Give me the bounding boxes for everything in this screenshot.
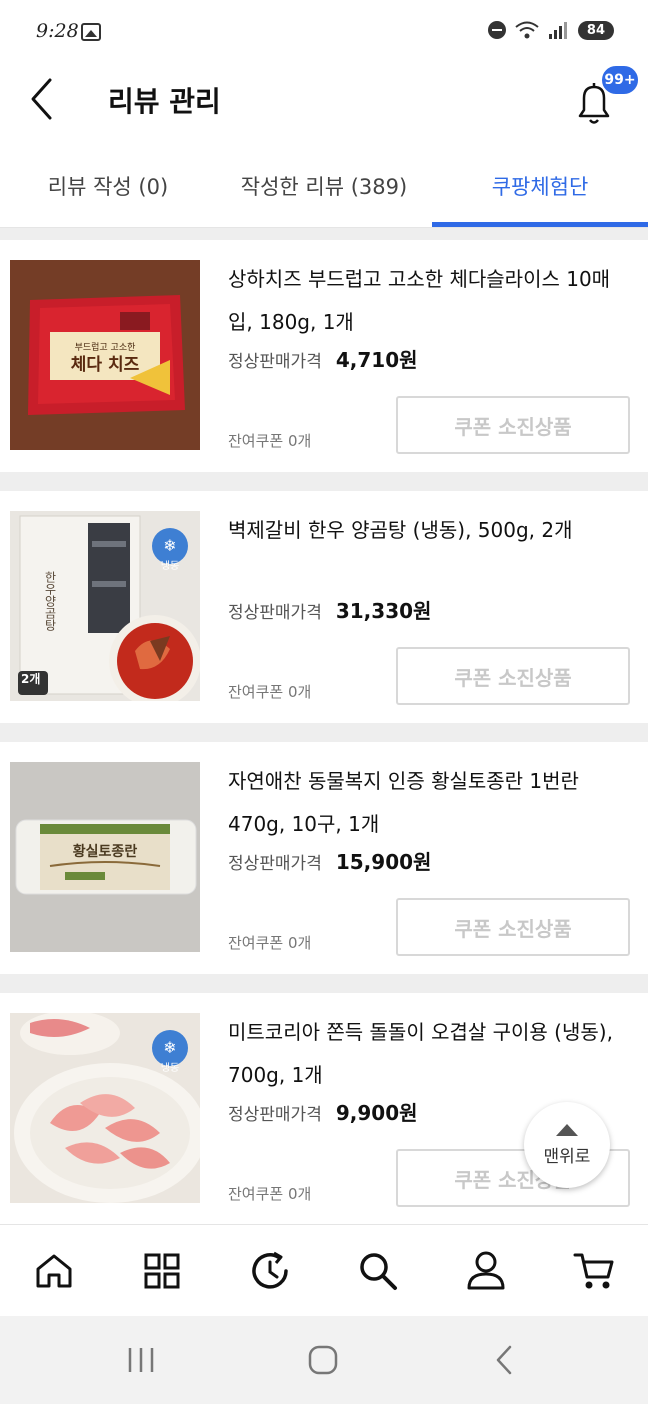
- signal-icon: [548, 22, 567, 39]
- do-not-disturb-icon: [487, 21, 506, 39]
- back-icon: [496, 1345, 512, 1375]
- price-label: 정상판매가격: [228, 1105, 322, 1125]
- quantity-badge: 2개: [21, 672, 41, 686]
- price-label: 정상판매가격: [228, 603, 322, 623]
- remaining-coupon-text: 잔여쿠폰 0개: [228, 432, 312, 450]
- coupon-soldout-button[interactable]: 쿠폰 소진상품: [396, 396, 630, 454]
- battery-indicator: 84: [577, 20, 614, 40]
- back-button[interactable]: [24, 74, 64, 124]
- price-row: 정상판매가격 4,710원: [228, 344, 418, 373]
- product-name[interactable]: 미트코리아 쫀득 돌돌이 오겹살 구이용 (냉동), 700g, 1개: [228, 1011, 628, 1097]
- review-tabs: 리뷰 작성 (0) 작성한 리뷰 (389) 쿠팡체험단: [0, 144, 648, 228]
- price-row: 정상판매가격 9,900원: [228, 1097, 418, 1126]
- remaining-coupon-text: 잔여쿠폰 0개: [228, 683, 312, 701]
- frozen-badge: 냉동: [154, 553, 155, 583]
- home-icon: [36, 1254, 72, 1288]
- nav-my-page[interactable]: [458, 1243, 514, 1299]
- arrow-up-icon: [556, 1123, 578, 1136]
- nav-category[interactable]: [134, 1243, 190, 1299]
- list-item[interactable]: 부드럽고 고소한 체다 치즈 상하치즈 부드럽고 고소한 체다슬라이스 10매입…: [0, 240, 648, 472]
- price-row: 정상판매가격 15,900원: [228, 846, 431, 875]
- cart-icon: [573, 1253, 614, 1289]
- app-header: 리뷰 관리 99+: [0, 64, 648, 144]
- system-back-button[interactable]: [480, 1338, 530, 1382]
- home-circle-icon: [308, 1345, 338, 1375]
- nav-cart[interactable]: [566, 1243, 622, 1299]
- svg-text:황실토종란: 황실토종란: [73, 843, 138, 860]
- product-list: 부드럽고 고소한 체다 치즈 상하치즈 부드럽고 고소한 체다슬라이스 10매입…: [0, 228, 648, 1224]
- frozen-badge: 냉동: [154, 1055, 155, 1085]
- nav-recent[interactable]: [242, 1243, 298, 1299]
- price-value: 9,900원: [335, 1101, 418, 1125]
- svg-text:부드럽고 고소한: 부드럽고 고소한: [75, 342, 136, 353]
- coupon-soldout-button[interactable]: 쿠폰 소진상품: [396, 898, 630, 956]
- scroll-to-top-button[interactable]: 맨위로: [524, 1102, 610, 1188]
- tab-coupang-trial[interactable]: 쿠팡체험단: [432, 144, 648, 228]
- status-time: 9:28: [36, 20, 79, 42]
- status-bar: 9:28 84: [0, 0, 648, 64]
- product-image-beef-soup: 한우양곰탕 ❄ 냉동 2개 냉동: [10, 511, 200, 701]
- product-image-eggs: 황실토종란: [10, 762, 200, 952]
- price-row: 정상판매가격 31,330원: [228, 595, 431, 624]
- profile-icon: [467, 1251, 505, 1290]
- scroll-to-top-label: 맨위로: [543, 1146, 591, 1167]
- chevron-left-icon: [31, 78, 52, 120]
- gallery-notification-icon: [81, 23, 101, 41]
- product-image-pork-belly: ❄ 냉동 냉동: [10, 1013, 200, 1203]
- product-name[interactable]: 상하치즈 부드럽고 고소한 체다슬라이스 10매입, 180g, 1개: [228, 258, 628, 344]
- svg-text:체다 치즈: 체다 치즈: [71, 355, 140, 375]
- system-home-button[interactable]: [298, 1338, 348, 1382]
- system-navigation-bar: [0, 1316, 648, 1404]
- svg-text:냉동: 냉동: [161, 560, 179, 572]
- list-item[interactable]: 한우양곰탕 ❄ 냉동 2개 냉동 벽제갈비 한우 양곰탕 (냉동), 500g,…: [0, 491, 648, 723]
- svg-text:냉동: 냉동: [161, 1062, 179, 1074]
- recent-apps-button[interactable]: [116, 1338, 166, 1382]
- tab-write-review[interactable]: 리뷰 작성 (0): [0, 144, 216, 228]
- product-name[interactable]: 자연애찬 동물복지 인증 황실토종란 1번란 470g, 10구, 1개: [228, 760, 628, 846]
- product-name[interactable]: 벽제갈비 한우 양곰탕 (냉동), 500g, 2개: [228, 509, 628, 552]
- price-value: 4,710원: [335, 348, 418, 372]
- status-indicators: 84: [487, 20, 614, 40]
- recent-history-icon: [252, 1251, 288, 1289]
- tab-written-reviews[interactable]: 작성한 리뷰 (389): [216, 144, 432, 228]
- price-value: 31,330원: [335, 599, 432, 623]
- page-title: 리뷰 관리: [108, 85, 221, 118]
- recent-apps-icon: [128, 1348, 154, 1372]
- coupon-soldout-button[interactable]: 쿠폰 소진상품: [396, 647, 630, 705]
- nav-search[interactable]: [350, 1243, 406, 1299]
- price-value: 15,900원: [335, 850, 432, 874]
- remaining-coupon-text: 잔여쿠폰 0개: [228, 1185, 312, 1203]
- price-label: 정상판매가격: [228, 352, 322, 372]
- category-grid-icon: [144, 1253, 180, 1289]
- product-image-cheese: 부드럽고 고소한 체다 치즈: [10, 260, 200, 450]
- remaining-coupon-text: 잔여쿠폰 0개: [228, 934, 312, 952]
- wifi-icon: [515, 21, 539, 39]
- nav-home[interactable]: [26, 1243, 82, 1299]
- svg-text:한우양곰탕: 한우양곰탕: [43, 571, 57, 631]
- list-item[interactable]: 황실토종란 자연애찬 동물복지 인증 황실토종란 1번란 470g, 10구, …: [0, 742, 648, 974]
- search-icon: [360, 1253, 397, 1290]
- svg-text:❄: ❄: [163, 1038, 176, 1057]
- bottom-navigation: [0, 1224, 648, 1316]
- svg-text:❄: ❄: [163, 536, 176, 555]
- notification-badge: 99+: [600, 64, 640, 96]
- active-tab-indicator: [432, 222, 648, 227]
- price-label: 정상판매가격: [228, 854, 322, 874]
